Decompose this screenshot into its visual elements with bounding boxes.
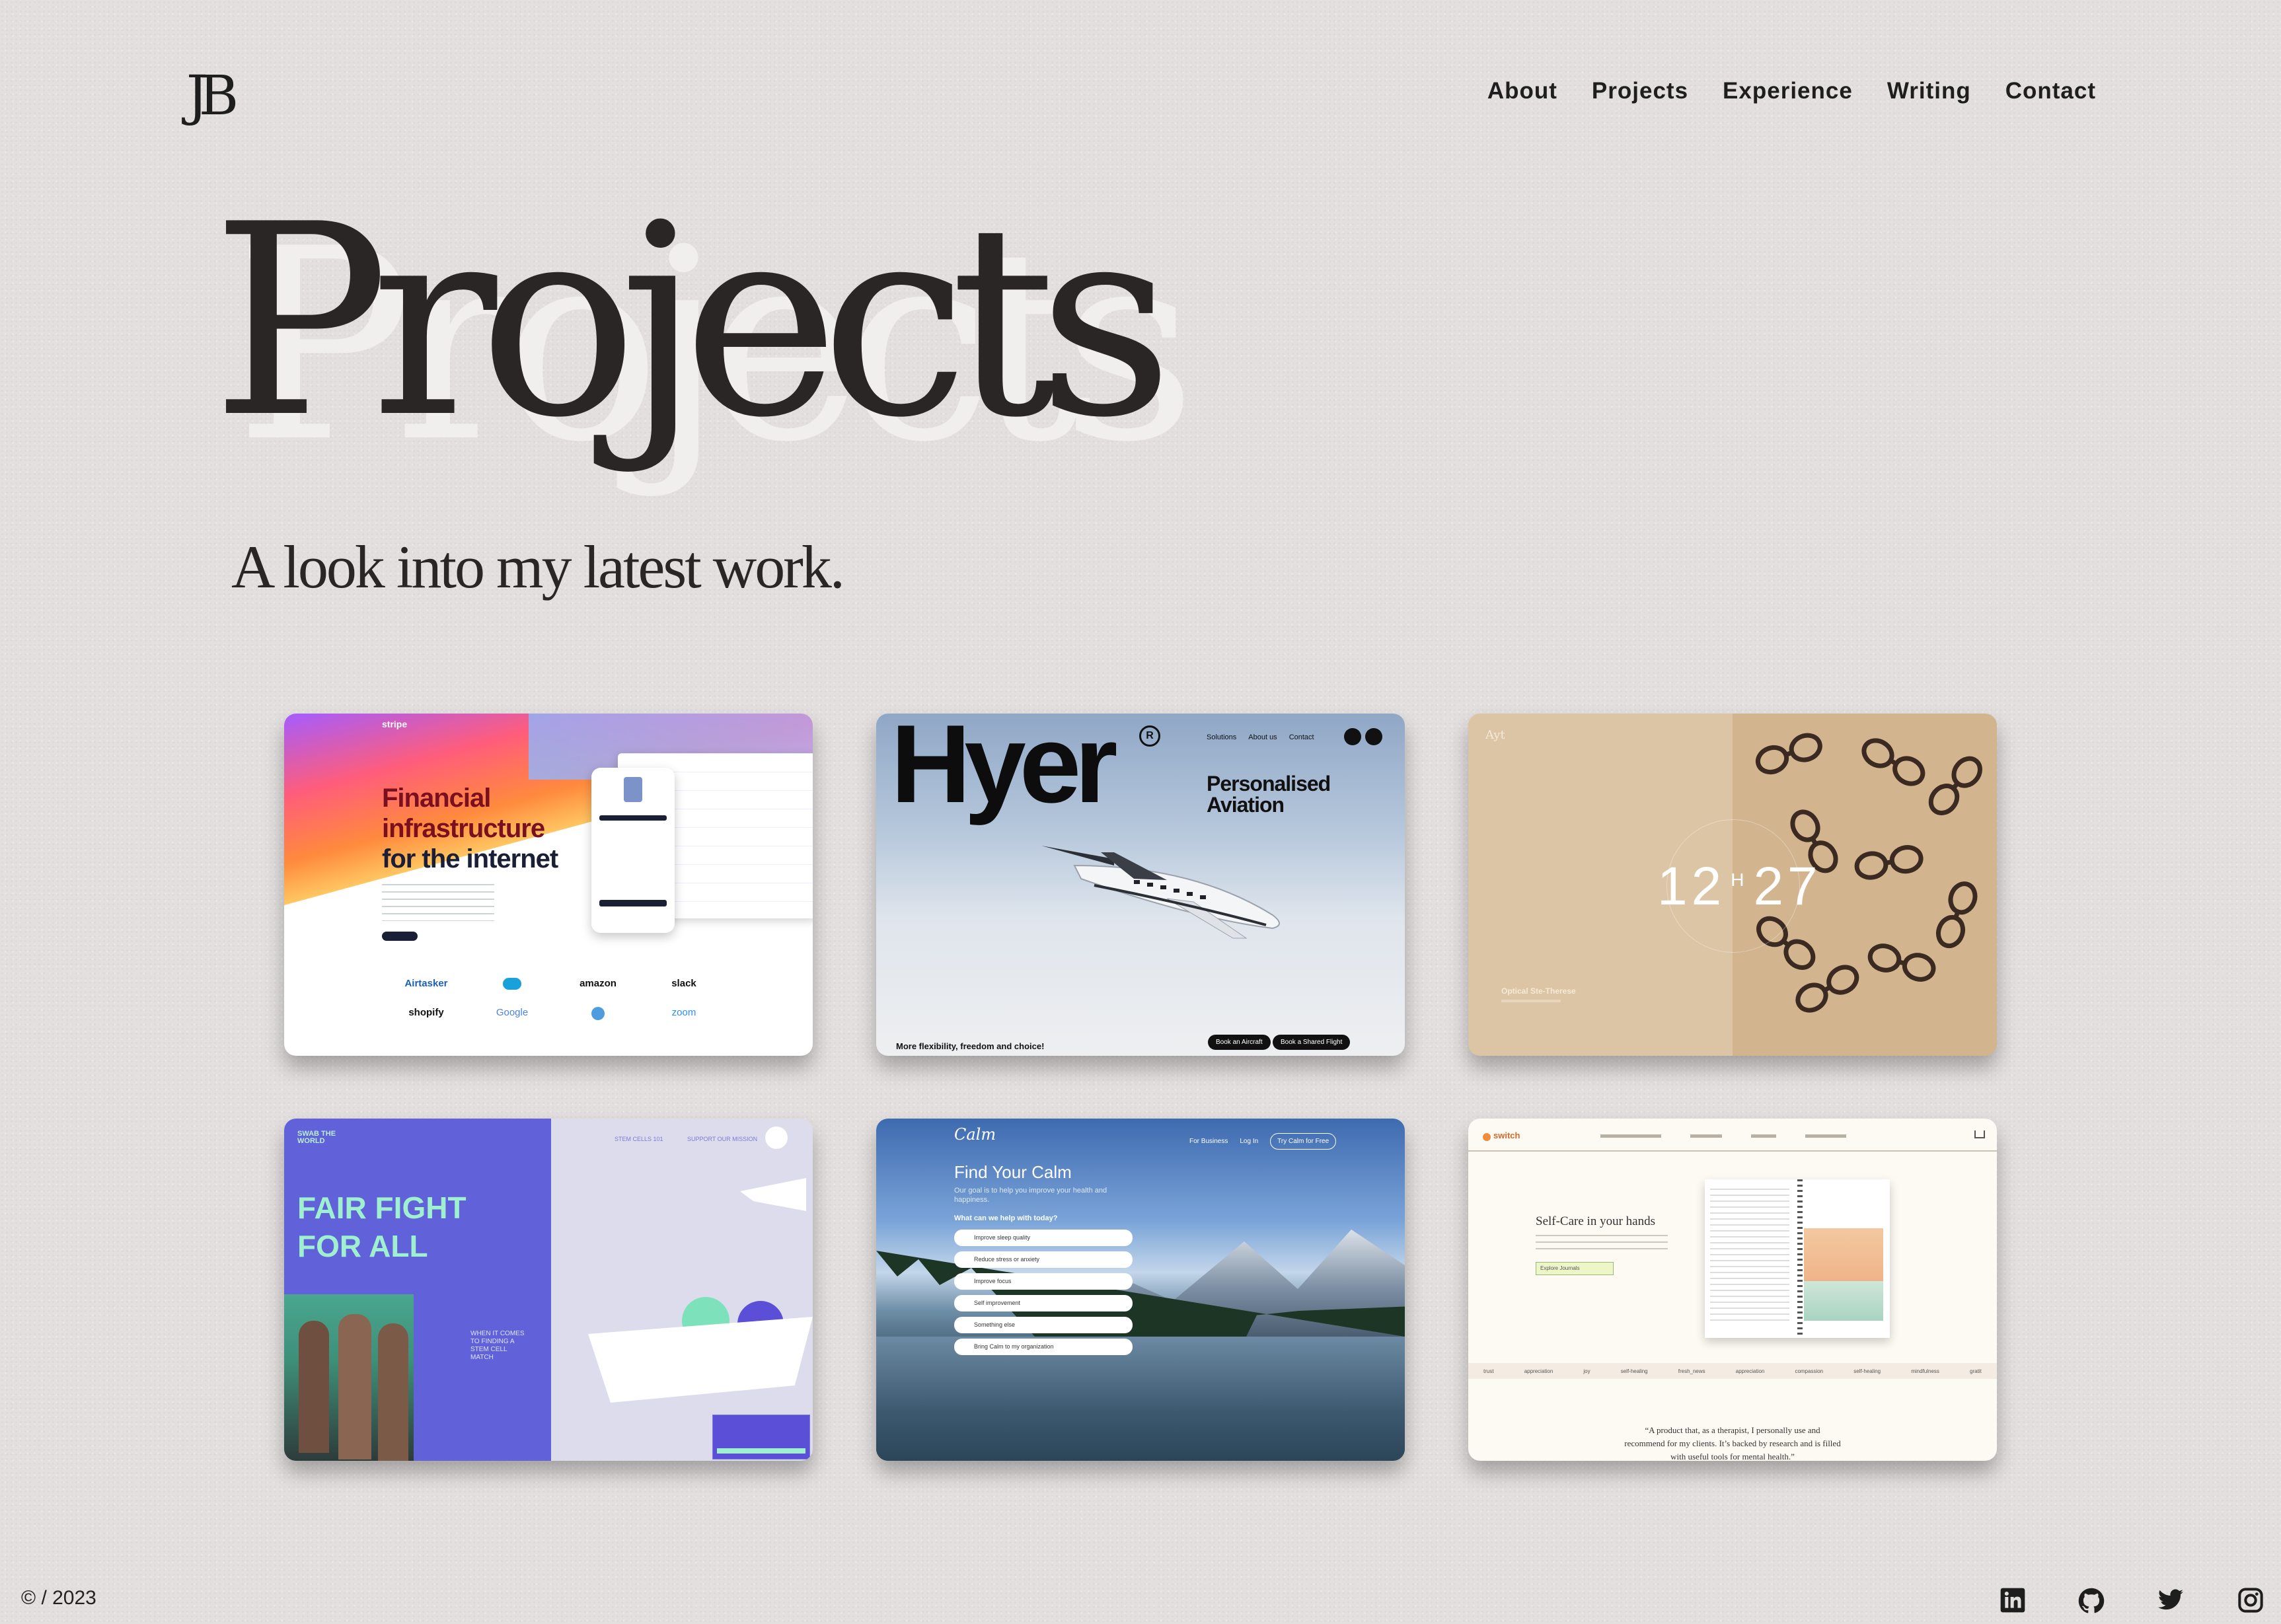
nav-projects[interactable]: Projects <box>1592 78 1688 104</box>
swab-nav-stem[interactable]: STEM CELLS 101 <box>615 1136 663 1142</box>
switch-nav-lines <box>1600 1134 1846 1138</box>
calm-option[interactable]: Reduce stress or anxiety <box>954 1251 1133 1268</box>
stripe-start-button[interactable] <box>382 932 418 941</box>
ibm-logo <box>591 1007 605 1020</box>
switch-cta-button[interactable]: Explore Journals <box>1536 1262 1614 1275</box>
switch-quote: “A product that, as a therapist, I perso… <box>1624 1425 1841 1461</box>
switch-body-lines <box>1536 1235 1668 1249</box>
github-icon[interactable] <box>2077 1587 2105 1615</box>
optical-sub-lines <box>1501 1000 1561 1002</box>
hyer-circle-buttons[interactable] <box>1344 728 1382 745</box>
swab-photo <box>284 1294 414 1461</box>
switch-brand: switch <box>1493 1130 1520 1140</box>
switch-logo-icon <box>1483 1133 1491 1141</box>
calm-nav-trial-button[interactable]: Try Calm for Free <box>1270 1133 1337 1150</box>
hyer-footer-text: More flexibility, freedom and choice! <box>896 1041 1045 1051</box>
optical-logo: Ayt <box>1485 728 1505 742</box>
zoom-logo: zoom <box>671 1007 696 1018</box>
journal-illustration <box>1705 1179 1890 1338</box>
calm-option[interactable]: Improve focus <box>954 1273 1133 1290</box>
stripe-phone <box>591 768 675 933</box>
calm-option[interactable]: Something else <box>954 1317 1133 1333</box>
calm-options: Improve sleep quality Reduce stress or a… <box>954 1230 1133 1355</box>
instagram-icon[interactable] <box>2237 1587 2264 1613</box>
swab-flag <box>740 1178 806 1211</box>
swab-caption: WHEN IT COMES TO FINDING A STEM CELL MAT… <box>470 1330 525 1361</box>
project-card-optical[interactable]: Ayt 12 H27 Optical Ste-Therese <box>1468 714 1997 1056</box>
slack-logo: slack <box>671 978 696 989</box>
swab-brand: SWAB THE WORLD <box>297 1130 336 1145</box>
hero-title: Projects <box>211 168 1174 476</box>
cart-icon[interactable] <box>1974 1130 1985 1138</box>
swab-cookie-banner <box>712 1415 810 1459</box>
twitter-icon[interactable] <box>2157 1588 2185 1613</box>
project-card-switch[interactable]: switch Self-Care in your hands Explore J… <box>1468 1119 1997 1461</box>
hero-subtitle: A look into my latest work. <box>231 533 845 601</box>
project-card-hyer[interactable]: Hyer R Solutions About us Contact Person… <box>876 714 1405 1056</box>
hyer-nav-solutions[interactable]: Solutions <box>1207 733 1236 741</box>
hyer-nav-contact[interactable]: Contact <box>1289 733 1314 741</box>
stripe-brand: stripe <box>382 719 408 729</box>
stripe-body-lines <box>382 884 494 921</box>
calm-question: What can we help with today? <box>954 1214 1058 1222</box>
copyright: © / 2023 <box>21 1587 96 1609</box>
google-logo: Google <box>496 1007 529 1018</box>
calm-title: Find Your Calm <box>954 1162 1072 1182</box>
swab-menu-button[interactable] <box>765 1126 788 1149</box>
optical-clock: 12 H27 <box>1657 856 1822 916</box>
nav-writing[interactable]: Writing <box>1887 78 1971 104</box>
calm-option[interactable]: Improve sleep quality <box>954 1230 1133 1246</box>
calm-option[interactable]: Self improvement <box>954 1295 1133 1311</box>
hyer-nav-about[interactable]: About us <box>1248 733 1277 741</box>
swab-headline: FAIR FIGHT FOR ALL <box>297 1191 467 1263</box>
switch-title: Self-Care in your hands <box>1536 1214 1655 1228</box>
hyer-brand: Hyer <box>891 714 1118 826</box>
stripe-headline: Financial infrastructure for the interne… <box>382 784 558 873</box>
calm-subtitle: Our goal is to help you improve your hea… <box>954 1187 1107 1204</box>
hyer-book-aircraft-button[interactable]: Book an Aircraft <box>1208 1035 1271 1050</box>
project-card-stripe[interactable]: stripe Financial infrastructure for the … <box>284 714 813 1056</box>
project-card-calm[interactable]: Calm For Business Log In Try Calm for Fr… <box>876 1119 1405 1461</box>
airtasker-logo: Airtasker <box>404 978 448 989</box>
shopify-logo: shopify <box>408 1007 444 1018</box>
calm-brand: Calm <box>954 1125 996 1144</box>
nav-contact[interactable]: Contact <box>2005 78 2096 104</box>
calm-nav-login[interactable]: Log In <box>1240 1138 1258 1145</box>
stripe-logo-grid: Airtasker amazon slack shopify Google zo… <box>383 978 727 1020</box>
calm-lake <box>876 1337 1405 1461</box>
linkedin-icon[interactable] <box>2000 1587 2026 1613</box>
calm-nav-business[interactable]: For Business <box>1189 1138 1228 1145</box>
salesforce-logo <box>503 978 521 990</box>
swab-nav-support[interactable]: SUPPORT OUR MISSION <box>687 1136 757 1142</box>
amazon-logo: amazon <box>580 978 617 989</box>
nav-about[interactable]: About <box>1487 78 1557 104</box>
registered-icon: R <box>1139 725 1160 747</box>
optical-label: Optical Ste-Therese <box>1501 986 1576 996</box>
switch-category-bar: trust appreciation joy self-healing fres… <box>1468 1363 1997 1379</box>
site-logo[interactable]: JB <box>186 65 239 128</box>
project-card-swab[interactable]: SWAB THE WORLD FAIR FIGHT FOR ALL WHEN I… <box>284 1119 813 1461</box>
hyer-book-shared-button[interactable]: Book a Shared Flight <box>1273 1035 1351 1050</box>
calm-option[interactable]: Bring Calm to my organization <box>954 1339 1133 1355</box>
jet-illustration <box>1041 846 1280 939</box>
main-nav: About Projects Experience Writing Contac… <box>1487 78 2096 104</box>
hyer-tagline: Personalised Aviation <box>1207 772 1331 817</box>
nav-experience[interactable]: Experience <box>1723 78 1853 104</box>
hyer-nav: Solutions About us Contact <box>1207 733 1314 741</box>
swab-boat <box>588 1317 813 1403</box>
calm-nav: For Business Log In Try Calm for Free <box>1189 1133 1337 1150</box>
